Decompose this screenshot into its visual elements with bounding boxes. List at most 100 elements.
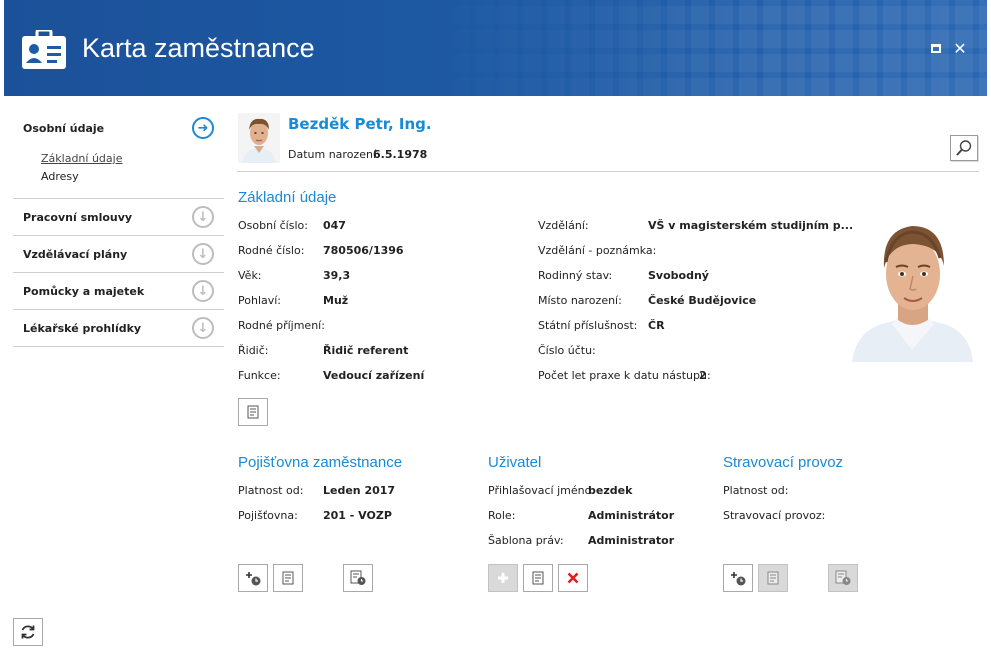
header-divider <box>237 171 979 172</box>
field-label: Státní příslušnost: <box>538 319 638 332</box>
edit-canteen-button[interactable] <box>758 564 788 592</box>
add-user-button[interactable] <box>488 564 518 592</box>
field-value: 780506/1396 <box>323 244 404 257</box>
sidebar-item-label: Lékařské prohlídky <box>23 321 142 335</box>
sidebar-section-contracts: Pracovní smlouvy ↓ <box>13 199 224 236</box>
title-bar: Karta zaměstnance ✕ <box>4 0 987 96</box>
plus-icon <box>498 573 508 583</box>
field-value: 201 - VOZP <box>323 509 392 522</box>
canteen-history-button[interactable] <box>828 564 858 592</box>
maximize-button[interactable] <box>928 40 944 56</box>
field-label: Číslo účtu: <box>538 344 596 357</box>
field-label: Platnost od: <box>723 484 789 497</box>
field-label: Rodné číslo: <box>238 244 305 257</box>
sidebar-item-label: Pracovní smlouvy <box>23 210 133 224</box>
field-label: Pojišťovna: <box>238 509 298 522</box>
field-value: Leden 2017 <box>323 484 396 497</box>
arrow-down-circle-icon: ↓ <box>192 280 214 302</box>
dob-value: 6.5.1978 <box>373 148 428 161</box>
edit-insurance-button[interactable] <box>273 564 303 592</box>
field-label: Místo narození: <box>538 294 622 307</box>
title-bar-pattern <box>427 0 987 96</box>
section-title-insurance: Pojišťovna zaměstnance <box>238 454 403 471</box>
field-value: 39,3 <box>323 269 351 282</box>
field-label: Stravovací provoz: <box>723 509 826 522</box>
field-value: Svobodný <box>648 269 709 282</box>
sidebar-item-label: Osobní údaje <box>23 121 105 135</box>
edit-basic-button[interactable] <box>238 398 268 426</box>
avatar <box>238 113 280 163</box>
id-card-icon <box>22 30 66 69</box>
sidebar-section-personal: Osobní údaje ➜ Základní údaje Adresy <box>13 110 224 199</box>
employee-name: Bezděk Petr, Ing. <box>288 115 432 133</box>
field-label: Role: <box>488 509 516 522</box>
arrow-down-circle-icon: ↓ <box>192 206 214 228</box>
document-history-icon <box>835 570 851 585</box>
sidebar-section-plans: Vzdělávací plány ↓ <box>13 236 224 273</box>
sidebar-section-medical: Lékařské prohlídky ↓ <box>13 310 224 347</box>
field-label: Osobní číslo: <box>238 219 308 232</box>
delete-x-icon <box>567 572 579 584</box>
section-title-canteen: Stravovací provoz <box>723 454 844 471</box>
field-label: Vzdělání - poznámka: <box>538 244 657 257</box>
field-value: VŠ v magisterském studijním p... <box>648 219 854 232</box>
field-value: Vedoucí zařízení <box>323 369 425 382</box>
section-title-basic: Základní údaje <box>238 189 337 206</box>
refresh-button[interactable] <box>13 618 43 646</box>
field-value: ČR <box>648 319 665 332</box>
edit-user-button[interactable] <box>523 564 553 592</box>
field-value: 047 <box>323 219 346 232</box>
field-label: Přihlašovací jméno: <box>488 484 596 497</box>
sidebar-item-label: Vzdělávací plány <box>23 247 128 261</box>
add-history-button[interactable] <box>238 564 268 592</box>
field-label: Rodné příjmení: <box>238 319 325 332</box>
close-icon: ✕ <box>953 38 967 58</box>
field-label: Funkce: <box>238 369 281 382</box>
sidebar-subitem-adresy[interactable]: Adresy <box>41 168 224 186</box>
add-clock-icon <box>246 572 261 586</box>
sidebar-item-lekarske-prohlidky[interactable]: Lékařské prohlídky ↓ <box>13 310 224 346</box>
window-title: Karta zaměstnance <box>82 33 315 63</box>
field-label: Šablona práv: <box>488 534 564 547</box>
document-history-icon <box>350 570 366 585</box>
field-value: bezdek <box>588 484 633 497</box>
sidebar-item-vzdelavaci-plany[interactable]: Vzdělávací plány ↓ <box>13 236 224 272</box>
field-label: Vzdělání: <box>538 219 589 232</box>
arrow-down-circle-icon: ↓ <box>192 243 214 265</box>
edit-document-icon <box>282 571 294 585</box>
employee-photo <box>852 212 973 362</box>
arrow-down-circle-icon: ↓ <box>192 317 214 339</box>
field-label: Pohlaví: <box>238 294 282 307</box>
add-clock-icon <box>731 572 746 586</box>
field-label: Počet let praxe k datu nástupu: <box>538 369 711 382</box>
insurance-history-button[interactable] <box>343 564 373 592</box>
sidebar-subitem-zakladni-udaje[interactable]: Základní údaje <box>41 150 224 168</box>
search-icon <box>956 140 972 156</box>
sidebar-item-pomucky-a-majetek[interactable]: Pomůcky a majetek ↓ <box>13 273 224 309</box>
field-value: Muž <box>323 294 349 307</box>
close-button[interactable]: ✕ <box>952 38 968 58</box>
field-label: Platnost od: <box>238 484 304 497</box>
field-value: Řidič referent <box>323 344 409 357</box>
field-value: Administrátor <box>588 509 675 522</box>
edit-document-icon <box>767 571 779 585</box>
section-title-user: Uživatel <box>488 454 542 471</box>
delete-user-button[interactable] <box>558 564 588 592</box>
field-value: 2 <box>699 369 707 382</box>
sidebar-item-osobni-udaje[interactable]: Osobní údaje ➜ <box>13 110 224 146</box>
maximize-icon <box>931 43 941 53</box>
field-label: Věk: <box>238 269 262 282</box>
edit-document-icon <box>532 571 544 585</box>
field-value: Administrator <box>588 534 675 547</box>
search-button[interactable] <box>950 135 978 161</box>
sidebar-subitems: Základní údaje Adresy <box>13 146 224 198</box>
sidebar-item-label: Pomůcky a majetek <box>23 284 145 298</box>
field-label: Rodinný stav: <box>538 269 613 282</box>
sidebar-item-pracovni-smlouvy[interactable]: Pracovní smlouvy ↓ <box>13 199 224 235</box>
add-canteen-button[interactable] <box>723 564 753 592</box>
field-label: Řidič: <box>238 344 269 357</box>
edit-document-icon <box>247 405 259 419</box>
dob-label: Datum narození: <box>288 148 380 161</box>
refresh-icon <box>21 625 35 639</box>
field-value: České Budějovice <box>648 294 757 307</box>
